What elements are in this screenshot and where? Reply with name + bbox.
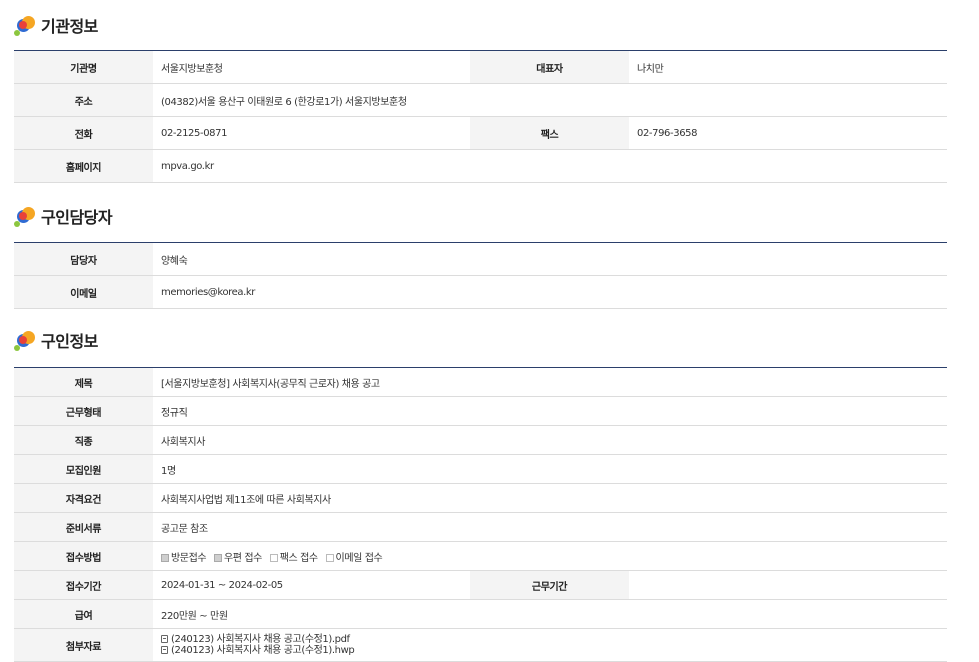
subject-value: [서울지방보훈청] 사회복지사(공무직 근로자) 채용 공고: [153, 367, 948, 397]
table-row: 접수방법 방문접수 우편 접수 팩스 접수 이메일 접수: [14, 541, 948, 571]
employment-label: 근무형태: [14, 396, 153, 426]
email-link[interactable]: memories@korea.kr: [153, 275, 947, 309]
attachments-label: 첨부자료: [14, 628, 153, 662]
work-period-label: 근무기간: [470, 570, 629, 600]
headcount-label: 모집인원: [14, 454, 153, 484]
method-mail: 우편 접수: [213, 552, 262, 564]
documents-value: 공고문 참조: [153, 512, 948, 542]
table-row: 전화 02-2125-0871 팩스 02-796-3658: [14, 116, 947, 150]
attachment-hwp-name: (240123) 사회복지사 채용 공고(수정1).hwp: [171, 645, 355, 656]
qualification-label: 자격요건: [14, 483, 153, 513]
email-label: 이메일: [14, 275, 153, 309]
table-row: 접수기간 2024-01-31 ~ 2024-02-05 근무기간: [14, 570, 948, 600]
work-period-value: [629, 570, 948, 600]
checkbox-icon: [269, 553, 278, 562]
address-value: (04382)서울 용산구 이태원로 6 (한강로1가) 서울지방보훈청: [153, 83, 947, 117]
table-row: 직종 사회복지사: [14, 425, 948, 455]
table-row: 홈페이지 mpva.go.kr: [14, 149, 947, 183]
method-visit-label: 방문접수: [171, 552, 207, 564]
table-row: 준비서류 공고문 참조: [14, 512, 948, 542]
qualification-value: 사회복지사업법 제11조에 따른 사회복지사: [153, 483, 948, 513]
section-title-text: 구인정보: [41, 332, 98, 351]
table-row: 담당자 양혜숙: [14, 242, 947, 276]
file-icon: [161, 635, 168, 643]
occupation-label: 직종: [14, 425, 153, 455]
checkbox-icon: [325, 553, 334, 562]
bullet-logo-icon: [14, 328, 38, 352]
occupation-value: 사회복지사: [153, 425, 948, 455]
ceo-label: 대표자: [470, 50, 629, 84]
table-row: 급여 220만원 ~ 만원: [14, 599, 948, 629]
table-row: 첨부자료 (240123) 사회복지사 채용 공고(수정1).pdf (2401…: [14, 628, 948, 662]
bullet-logo-icon: [14, 13, 38, 37]
person-value: 양혜숙: [153, 242, 947, 276]
org-name-value: 서울지방보훈청: [153, 50, 470, 84]
table-row: 제목 [서울지방보훈청] 사회복지사(공무직 근로자) 채용 공고: [14, 367, 948, 397]
org-info-table: 기관명 서울지방보훈청 대표자 나치만 주소 (04382)서울 용산구 이태원…: [14, 50, 947, 183]
attachment-pdf-name: (240123) 사회복지사 채용 공고(수정1).pdf: [171, 634, 350, 645]
homepage-link[interactable]: mpva.go.kr: [153, 149, 947, 183]
file-icon: [161, 646, 168, 654]
checkbox-icon: [161, 553, 169, 562]
method-label: 접수방법: [14, 541, 153, 571]
org-name-label: 기관명: [14, 50, 153, 84]
attachment-pdf-link[interactable]: (240123) 사회복지사 채용 공고(수정1).pdf: [161, 634, 939, 645]
section-title-text: 구인담당자: [41, 208, 113, 227]
method-fax: 팩스 접수: [269, 552, 318, 564]
salary-value: 220만원 ~ 만원: [153, 599, 948, 629]
table-row: 근무형태 정규직: [14, 396, 948, 426]
address-label: 주소: [14, 83, 153, 117]
salary-label: 급여: [14, 599, 153, 629]
subject-label: 제목: [14, 367, 153, 397]
table-row: 이메일 memories@korea.kr: [14, 275, 947, 309]
attachments-list: (240123) 사회복지사 채용 공고(수정1).pdf (240123) 사…: [153, 628, 948, 662]
documents-label: 준비서류: [14, 512, 153, 542]
method-email-label: 이메일 접수: [335, 552, 383, 564]
method-email: 이메일 접수: [325, 552, 383, 564]
fax-label: 팩스: [470, 116, 629, 150]
headcount-value: 1명: [153, 454, 948, 484]
ceo-value: 나치만: [629, 50, 947, 84]
person-label: 담당자: [14, 242, 153, 276]
bullet-logo-icon: [14, 204, 38, 228]
phone-value: 02-2125-0871: [153, 116, 470, 150]
section-title-org: 기관정보: [14, 12, 98, 38]
section-title-contact: 구인담당자: [14, 203, 113, 229]
fax-value: 02-796-3658: [629, 116, 947, 150]
job-info-table: 제목 [서울지방보훈청] 사회복지사(공무직 근로자) 채용 공고 근무형태 정…: [14, 367, 948, 662]
table-row: 기관명 서울지방보훈청 대표자 나치만: [14, 50, 947, 84]
checkbox-icon: [213, 553, 222, 562]
homepage-label: 홈페이지: [14, 149, 153, 183]
employment-value: 정규직: [153, 396, 948, 426]
table-row: 모집인원 1명: [14, 454, 948, 484]
table-row: 주소 (04382)서울 용산구 이태원로 6 (한강로1가) 서울지방보훈청: [14, 83, 947, 117]
method-options: 방문접수 우편 접수 팩스 접수 이메일 접수: [153, 541, 948, 571]
method-fax-label: 팩스 접수: [279, 552, 318, 564]
contact-info-table: 담당자 양혜숙 이메일 memories@korea.kr: [14, 242, 947, 309]
period-label: 접수기간: [14, 570, 153, 600]
method-mail-label: 우편 접수: [223, 552, 262, 564]
table-row: 자격요건 사회복지사업법 제11조에 따른 사회복지사: [14, 483, 948, 513]
method-visit: 방문접수: [161, 552, 207, 564]
section-title-job: 구인정보: [14, 327, 98, 353]
period-value: 2024-01-31 ~ 2024-02-05: [153, 570, 470, 600]
phone-label: 전화: [14, 116, 153, 150]
section-title-text: 기관정보: [41, 17, 98, 36]
attachment-hwp-link[interactable]: (240123) 사회복지사 채용 공고(수정1).hwp: [161, 645, 939, 656]
